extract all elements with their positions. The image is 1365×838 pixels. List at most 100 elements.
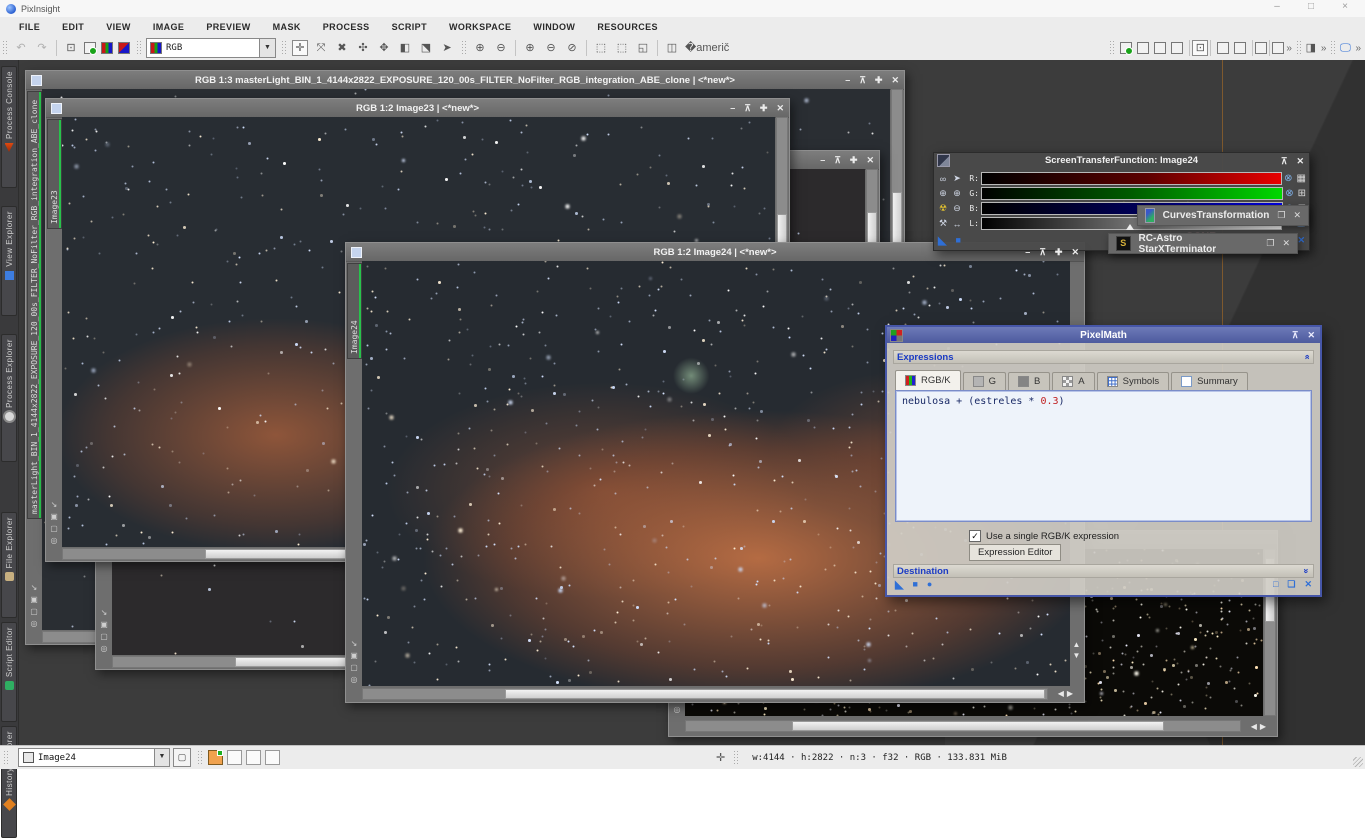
- expand-section-icon[interactable]: »: [1301, 568, 1311, 573]
- split-channels-icon[interactable]: [118, 42, 130, 54]
- app-maximize-button[interactable]: □: [1297, 1, 1325, 12]
- stf-red-slider[interactable]: [981, 172, 1282, 185]
- image24-hscrollbar[interactable]: [362, 688, 1048, 700]
- display-channel-select[interactable]: RGB ▼: [146, 38, 276, 58]
- zoom-box-icon[interactable]: ▣: [48, 512, 60, 521]
- new-preview-icon[interactable]: ⬚: [593, 40, 609, 56]
- pin-icon[interactable]: [760, 99, 768, 117]
- save-history-icon[interactable]: [1120, 42, 1132, 54]
- reset-red-icon[interactable]: ⊗: [1284, 173, 1292, 184]
- toolbar-overflow-icon[interactable]: »: [1355, 43, 1361, 54]
- reset-icon[interactable]: ✕: [1304, 579, 1312, 590]
- apply-icon[interactable]: ■: [955, 235, 960, 245]
- zoom-out-icon[interactable]: ⊖: [951, 203, 963, 214]
- checkbox-checked-icon[interactable]: ✓: [969, 530, 981, 542]
- tab-b[interactable]: B: [1008, 372, 1050, 390]
- new-instance-icon[interactable]: ◣: [895, 578, 903, 591]
- browse-doc-icon[interactable]: □: [1273, 579, 1278, 590]
- pan-tool-icon[interactable]: ✛: [292, 40, 308, 56]
- expression-editor-button[interactable]: Expression Editor: [969, 544, 1061, 561]
- starx-collapsed-window[interactable]: S RC-Astro StarXTerminator: [1108, 233, 1298, 254]
- destination-section-header[interactable]: Destination »: [893, 564, 1314, 578]
- stars-hscrollbar[interactable]: [685, 720, 1241, 732]
- zoom-fit-icon[interactable]: ⊖: [543, 40, 559, 56]
- window-corner-tools[interactable]: ↘▣▢◎: [28, 583, 40, 628]
- shade-icon[interactable]: [1292, 330, 1299, 341]
- pan-mode-icon[interactable]: ↔: [951, 219, 963, 229]
- window-image23-titlebar[interactable]: RGB 1:2 Image23 | <*new*>: [46, 99, 789, 118]
- target-icon[interactable]: ◎: [48, 536, 60, 545]
- close-icon[interactable]: [866, 151, 874, 169]
- toolbar-drag-handle[interactable]: [2, 40, 7, 56]
- shade-icon[interactable]: [744, 99, 751, 117]
- active-view-select[interactable]: Image24 ▼: [18, 748, 170, 767]
- toolbar-drag-handle[interactable]: [1109, 40, 1114, 56]
- zoom-optimal-icon[interactable]: ⊘: [564, 40, 580, 56]
- window-corner-tools[interactable]: ↘▣▢◎: [48, 500, 60, 545]
- toolbar-drag-handle[interactable]: [1330, 40, 1335, 56]
- color-spaces-icon[interactable]: [101, 42, 113, 54]
- close-icon[interactable]: [776, 99, 784, 117]
- minimize-icon[interactable]: [820, 151, 825, 169]
- edit-history-icon[interactable]: [1137, 42, 1149, 54]
- reload-view-icon[interactable]: [1255, 42, 1267, 54]
- toolbar-drag-handle[interactable]: [1296, 40, 1301, 56]
- tab-rgbk[interactable]: RGB/K: [895, 370, 961, 390]
- shade-icon[interactable]: [1039, 243, 1046, 261]
- hscroll-arrows-icon[interactable]: ◀▶: [1058, 689, 1076, 698]
- window-masterlight-titlebar[interactable]: RGB 1:3 masterLight_BIN_1_4144x2822_EXPO…: [26, 71, 904, 90]
- menu-script[interactable]: SCRIPT: [381, 22, 438, 32]
- target-icon[interactable]: ◎: [671, 705, 683, 714]
- target-icon[interactable]: ◎: [98, 644, 110, 653]
- doc-icon[interactable]: ❏: [1287, 579, 1295, 590]
- pixelmath-titlebar[interactable]: PixelMath: [887, 327, 1320, 343]
- menu-process[interactable]: PROCESS: [312, 22, 381, 32]
- crosshair-grid-icon[interactable]: ⊞: [1298, 188, 1306, 199]
- auto-stretch-icon[interactable]: ☢: [937, 203, 949, 214]
- tab-g[interactable]: G: [963, 372, 1006, 390]
- toolbar-drag-handle[interactable]: [461, 40, 466, 56]
- window-corner-tools[interactable]: ↘▣▢◎: [348, 639, 360, 684]
- sidebar-item-process-explorer[interactable]: Process Explorer: [1, 334, 17, 462]
- center-image-icon[interactable]: ✣: [355, 40, 371, 56]
- resize-icon[interactable]: ↘: [98, 608, 110, 617]
- resize-grip[interactable]: [1353, 757, 1363, 767]
- single-expression-checkbox-row[interactable]: ✓ Use a single RGB/K expression: [969, 530, 1119, 542]
- stf-green-slider[interactable]: [981, 187, 1283, 200]
- stf-titlebar[interactable]: ScreenTransferFunction: Image24: [934, 153, 1309, 168]
- shade-icon[interactable]: [1281, 152, 1288, 170]
- sidebar-item-view-explorer[interactable]: View Explorer: [1, 206, 17, 316]
- undo-history-icon[interactable]: [1154, 42, 1166, 54]
- expression-editor-area[interactable]: nebulosa + (estreles * 0.3): [895, 390, 1312, 522]
- edit-stf-icon[interactable]: ➤: [951, 173, 963, 184]
- resize-icon[interactable]: ↘: [28, 583, 40, 592]
- undo-icon[interactable]: ↶: [13, 40, 29, 56]
- minimize-icon[interactable]: [730, 99, 735, 117]
- minimize-icon[interactable]: [1025, 243, 1030, 261]
- redo-history-icon[interactable]: [1171, 42, 1183, 54]
- toolbar-overflow-icon[interactable]: »: [1321, 43, 1327, 54]
- delete-preview-icon[interactable]: ◱: [635, 40, 651, 56]
- menu-preview[interactable]: PREVIEW: [195, 22, 261, 32]
- app-minimize-button[interactable]: –: [1263, 1, 1291, 12]
- edit-preview-icon[interactable]: ⬚: [614, 40, 630, 56]
- fetch-down-icon[interactable]: [1217, 42, 1229, 54]
- pin-icon[interactable]: [875, 71, 883, 89]
- pin-icon[interactable]: [1055, 243, 1063, 261]
- explorer-zoom-icon[interactable]: ⊡: [1192, 40, 1208, 56]
- new-instance-icon[interactable]: ◣: [938, 234, 946, 247]
- menu-view[interactable]: VIEW: [95, 22, 142, 32]
- collapse-section-icon[interactable]: »: [1301, 354, 1311, 359]
- pointer-mode-icon[interactable]: ✛: [716, 751, 725, 764]
- toolbar-drag-handle[interactable]: [136, 40, 141, 56]
- close-icon[interactable]: [1071, 243, 1079, 261]
- tab-a[interactable]: A: [1052, 372, 1094, 390]
- dropdown-arrow-icon[interactable]: ▼: [154, 749, 169, 766]
- image24-side-tab[interactable]: Image24: [347, 263, 362, 359]
- sidebar-item-history-explorer[interactable]: History Explorer: [1, 726, 17, 838]
- zoom-box-icon[interactable]: ▣: [28, 595, 40, 604]
- zoom-to-fit-icon[interactable]: �američ: [685, 40, 701, 56]
- fit-window-icon[interactable]: ◫: [664, 40, 680, 56]
- menu-edit[interactable]: EDIT: [51, 22, 95, 32]
- apply-icon[interactable]: ■: [912, 579, 917, 589]
